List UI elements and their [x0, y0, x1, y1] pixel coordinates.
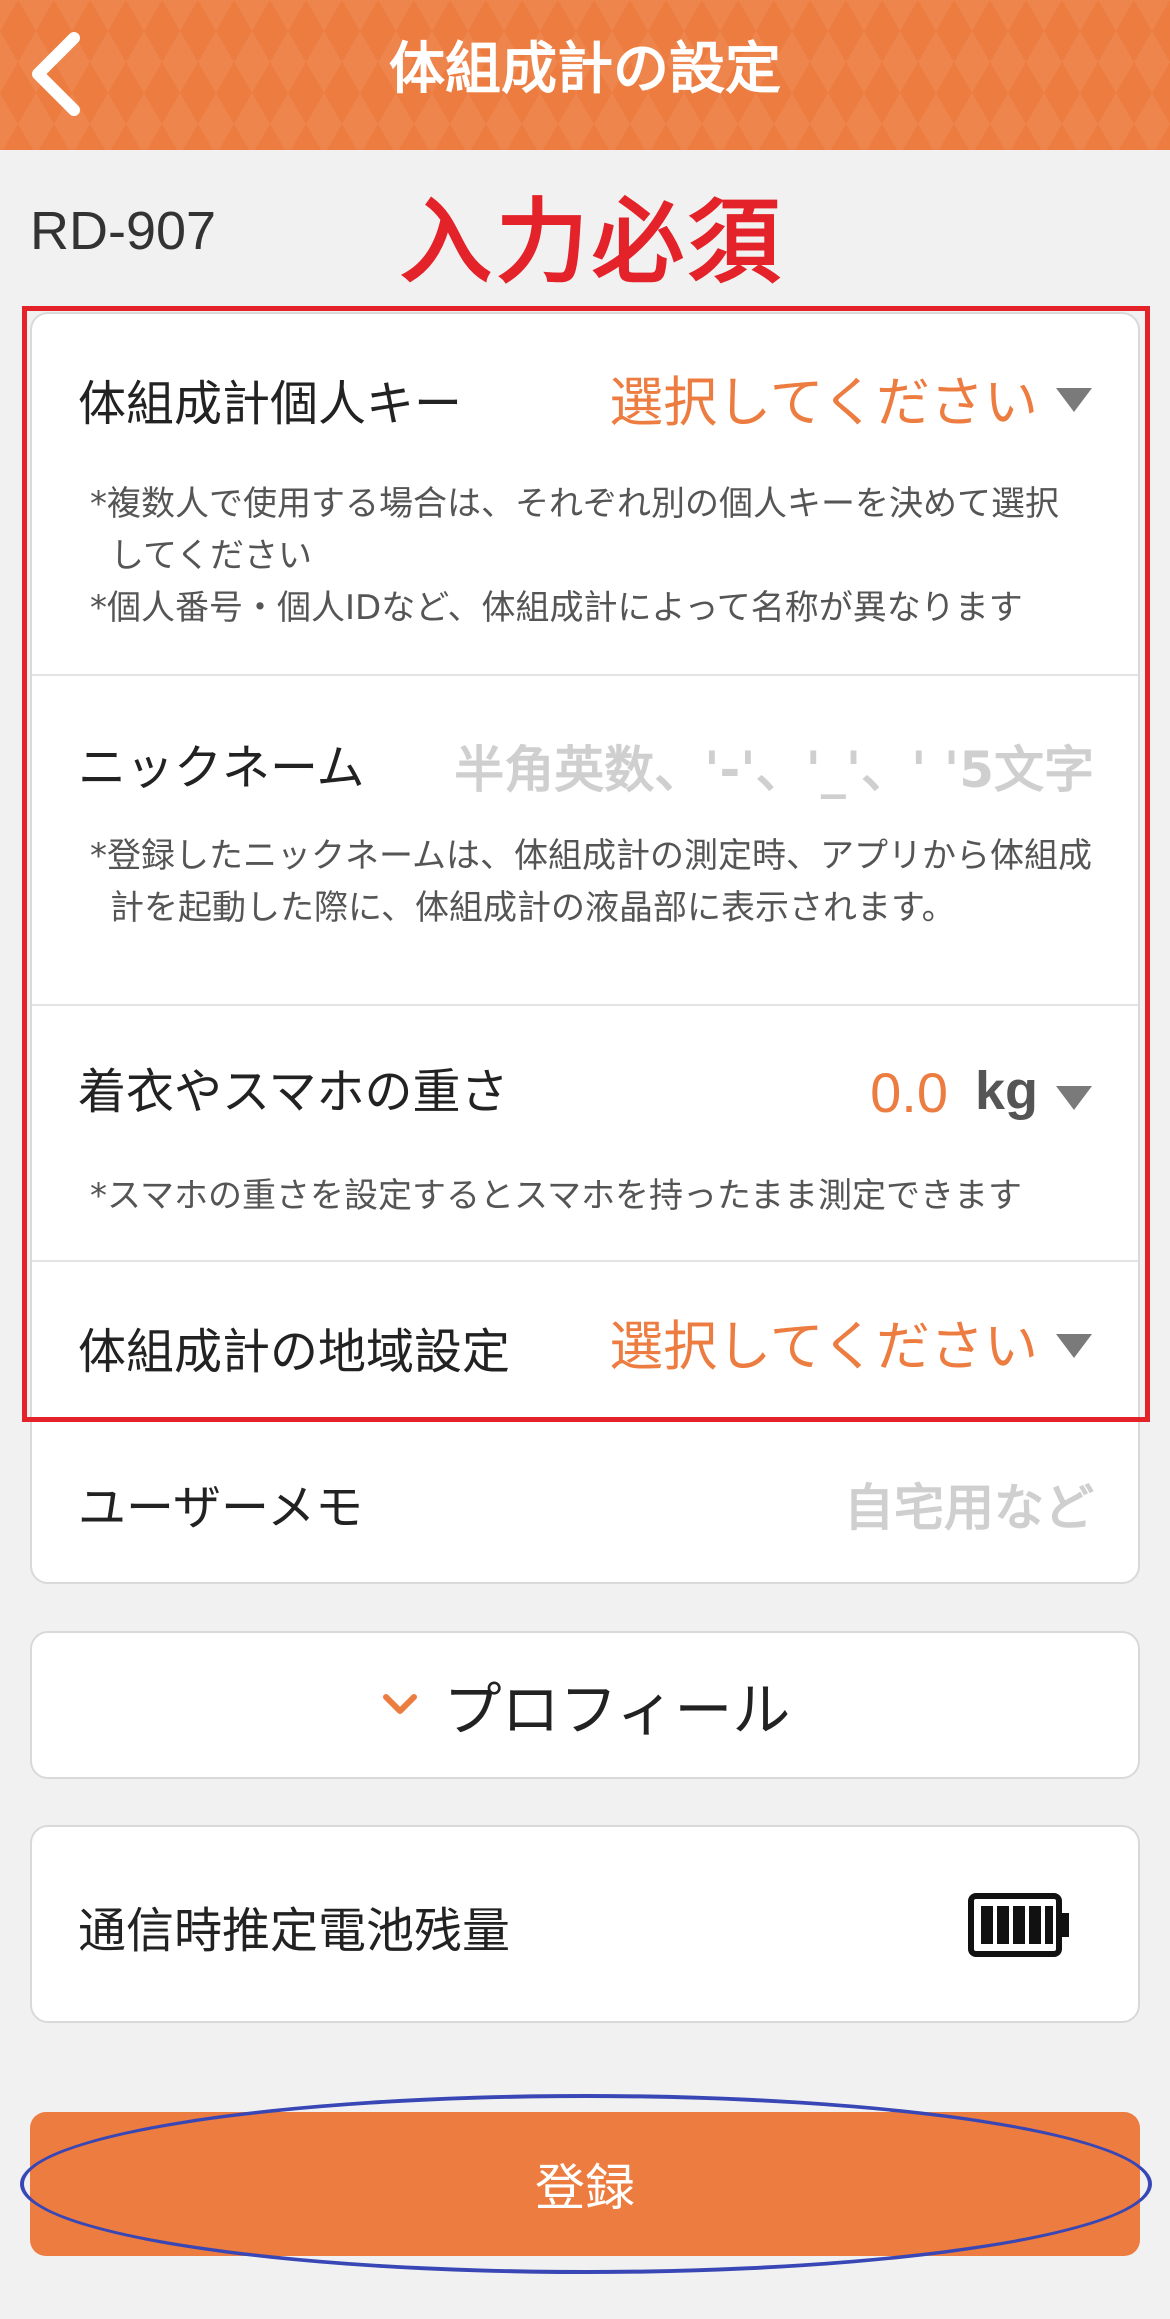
clothing-weight-label: 着衣やスマホの重さ — [78, 1064, 509, 1120]
battery-icon — [968, 1893, 1069, 1957]
register-button[interactable]: 登録 — [30, 2112, 1140, 2256]
profile-expander[interactable]: プロフィール — [30, 1631, 1140, 1779]
app-header: 体組成計の設定 — [0, 0, 1170, 150]
region-row[interactable]: 体組成計の地域設定 選択してください — [32, 1262, 1138, 1420]
clothing-weight-value[interactable]: 0.0 — [870, 1060, 948, 1125]
settings-card: 体組成計個人キー 選択してください *複数人で使用する場合は、それぞれ別の個人キ… — [30, 312, 1140, 1584]
battery-label: 通信時推定電池残量 — [78, 1903, 511, 1959]
personal-key-note: *複数人で使用する場合は、それぞれ別の個人キーを決めて選択 してください *個人… — [90, 478, 1110, 634]
battery-card: 通信時推定電池残量 — [30, 1825, 1140, 2023]
clothing-weight-note: *スマホの重さを設定するとスマホを持ったまま測定できます — [90, 1170, 1110, 1222]
user-memo-input[interactable]: 自宅用など — [844, 1468, 1094, 1540]
personal-key-select[interactable]: 選択してください — [609, 358, 1038, 437]
user-memo-label: ユーザーメモ — [78, 1480, 364, 1536]
note-line: *複数人で使用する場合は、それぞれ別の個人キーを決めて選択 — [90, 484, 1059, 524]
note-line: 計を起動した際に、体組成計の液晶部に表示されます。 — [110, 888, 956, 928]
note-line: *スマホの重さを設定するとスマホを持ったまま測定できます — [90, 1176, 1022, 1216]
personal-key-row[interactable]: 体組成計個人キー 選択してください *複数人で使用する場合は、それぞれ別の個人キ… — [32, 314, 1138, 676]
dropdown-triangle-icon — [1056, 1334, 1092, 1358]
page-title: 体組成計の設定 — [389, 37, 781, 102]
clothing-weight-row[interactable]: 着衣やスマホの重さ 0.0 kg *スマホの重さを設定するとスマホを持ったまま測… — [32, 1006, 1138, 1262]
nickname-note: *登録したニックネームは、体組成計の測定時、アプリから体組成 計を起動した際に、… — [90, 830, 1110, 934]
note-line: してください — [110, 536, 312, 576]
personal-key-label: 体組成計個人キー — [78, 376, 463, 432]
nickname-label: ニックネーム — [78, 740, 365, 796]
note-line: *個人番号・個人IDなど、体組成計によって名称が異なります — [90, 588, 1023, 628]
dropdown-triangle-icon — [1056, 388, 1092, 412]
profile-label: プロフィール — [443, 1676, 791, 1744]
nickname-row[interactable]: ニックネーム 半角英数、'-'、'_'、' '5文字 *登録したニックネームは、… — [32, 676, 1138, 1004]
profile-content: プロフィール — [32, 1633, 1138, 1777]
region-select[interactable]: 選択してください — [609, 1302, 1038, 1381]
device-model: RD-907 — [30, 201, 217, 261]
nickname-input[interactable]: 半角英数、'-'、'_'、' '5文字 — [454, 730, 1094, 802]
user-memo-row[interactable]: ユーザーメモ 自宅用など — [32, 1420, 1138, 1582]
required-annotation: 入力必須 — [400, 189, 785, 296]
chevron-down-icon — [382, 1694, 417, 1714]
clothing-weight-unit: kg — [974, 1061, 1038, 1121]
note-line: *登録したニックネームは、体組成計の測定時、アプリから体組成 — [90, 836, 1092, 876]
region-label: 体組成計の地域設定 — [78, 1324, 511, 1380]
dropdown-triangle-icon — [1056, 1086, 1092, 1110]
register-label: 登録 — [535, 2160, 635, 2216]
